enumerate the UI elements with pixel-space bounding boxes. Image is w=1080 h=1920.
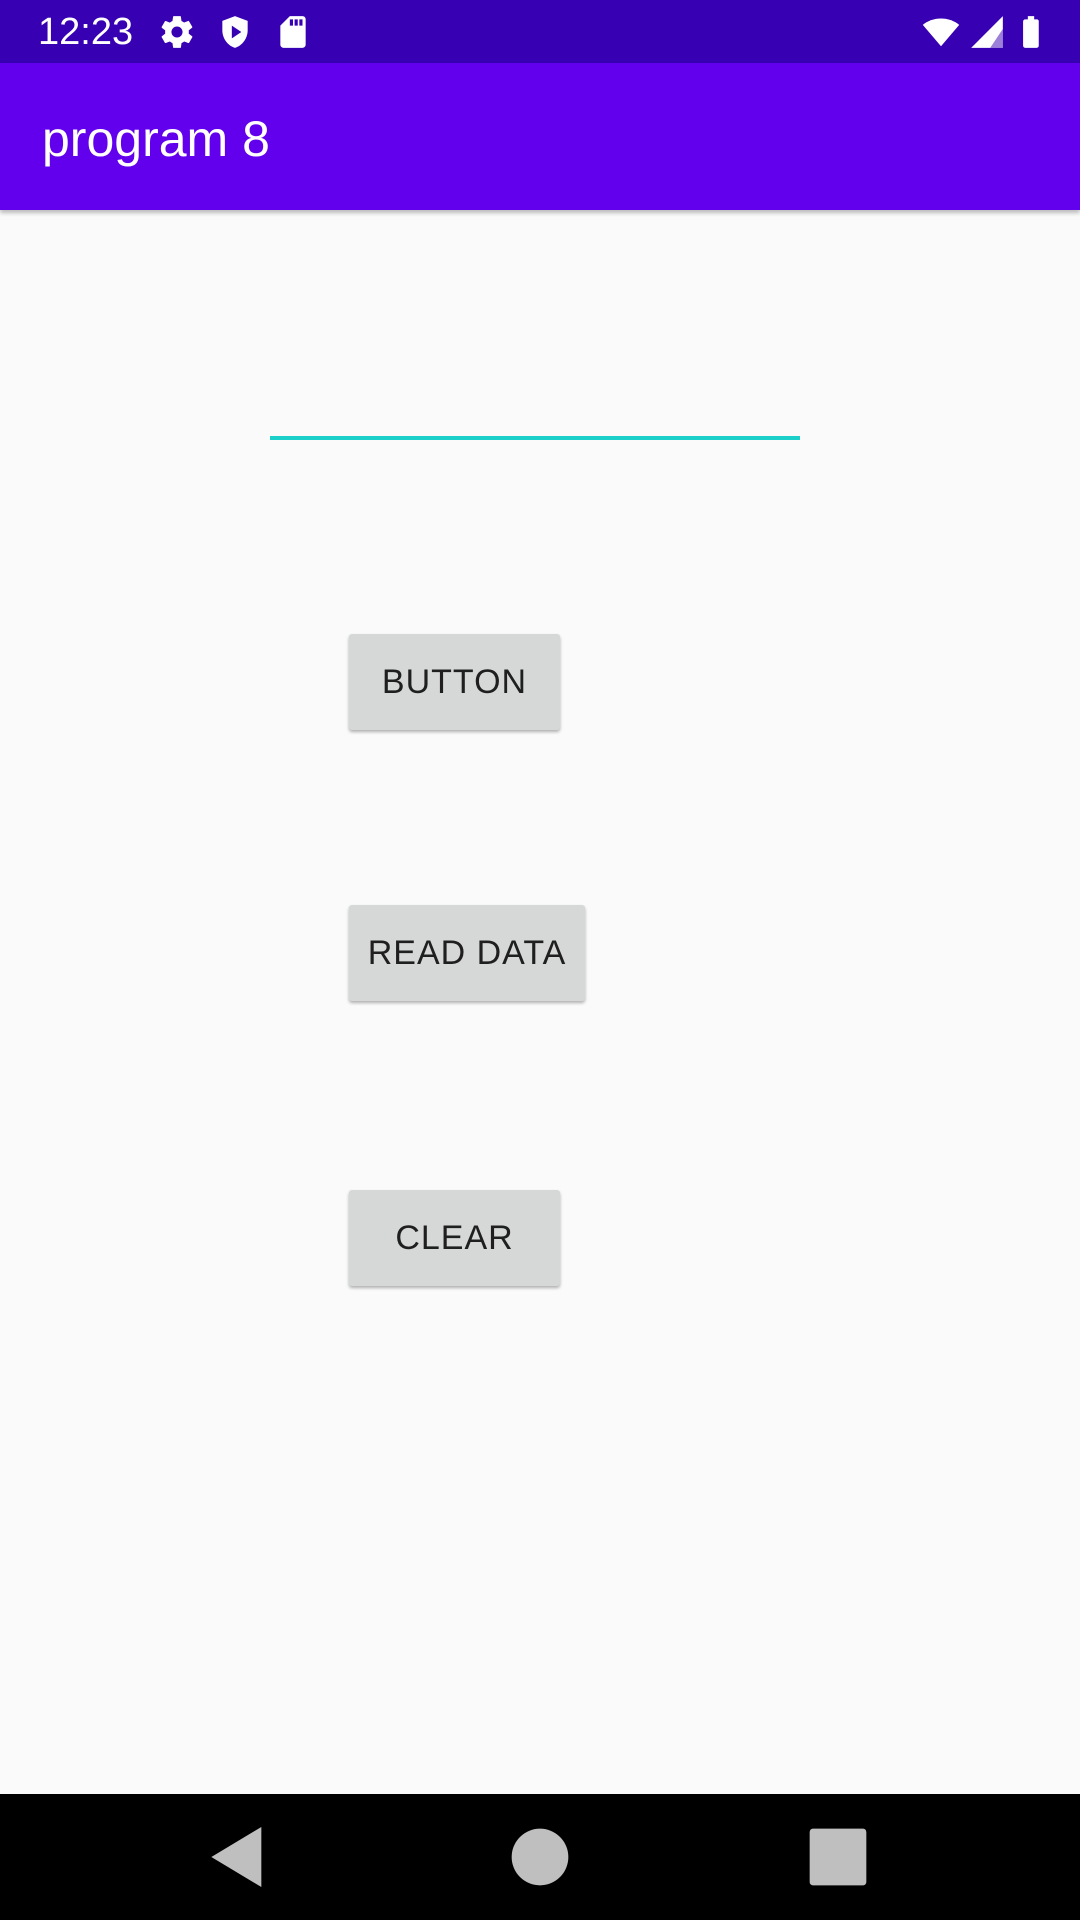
status-bar: 12:23 (0, 0, 1080, 63)
wifi-icon (922, 13, 960, 51)
recents-icon[interactable] (798, 1817, 878, 1897)
sd-card-icon (274, 13, 312, 51)
shield-icon (216, 13, 254, 51)
page-title: program 8 (42, 111, 270, 167)
back-icon[interactable] (198, 1817, 278, 1897)
button-button[interactable]: BUTTON (349, 634, 560, 730)
input-underline (270, 436, 800, 440)
settings-icon (158, 13, 196, 51)
clear-button[interactable]: CLEAR (349, 1190, 560, 1286)
status-time: 12:23 (38, 11, 134, 53)
navigation-bar (0, 1794, 1080, 1920)
home-icon[interactable] (500, 1817, 580, 1897)
app-bar: program 8 (0, 63, 1080, 210)
signal-icon (968, 13, 1006, 51)
text-input[interactable] (270, 362, 800, 436)
text-input-field[interactable] (270, 362, 800, 442)
battery-icon (1012, 13, 1050, 51)
read-data-button[interactable]: READ DATA (349, 905, 585, 1001)
